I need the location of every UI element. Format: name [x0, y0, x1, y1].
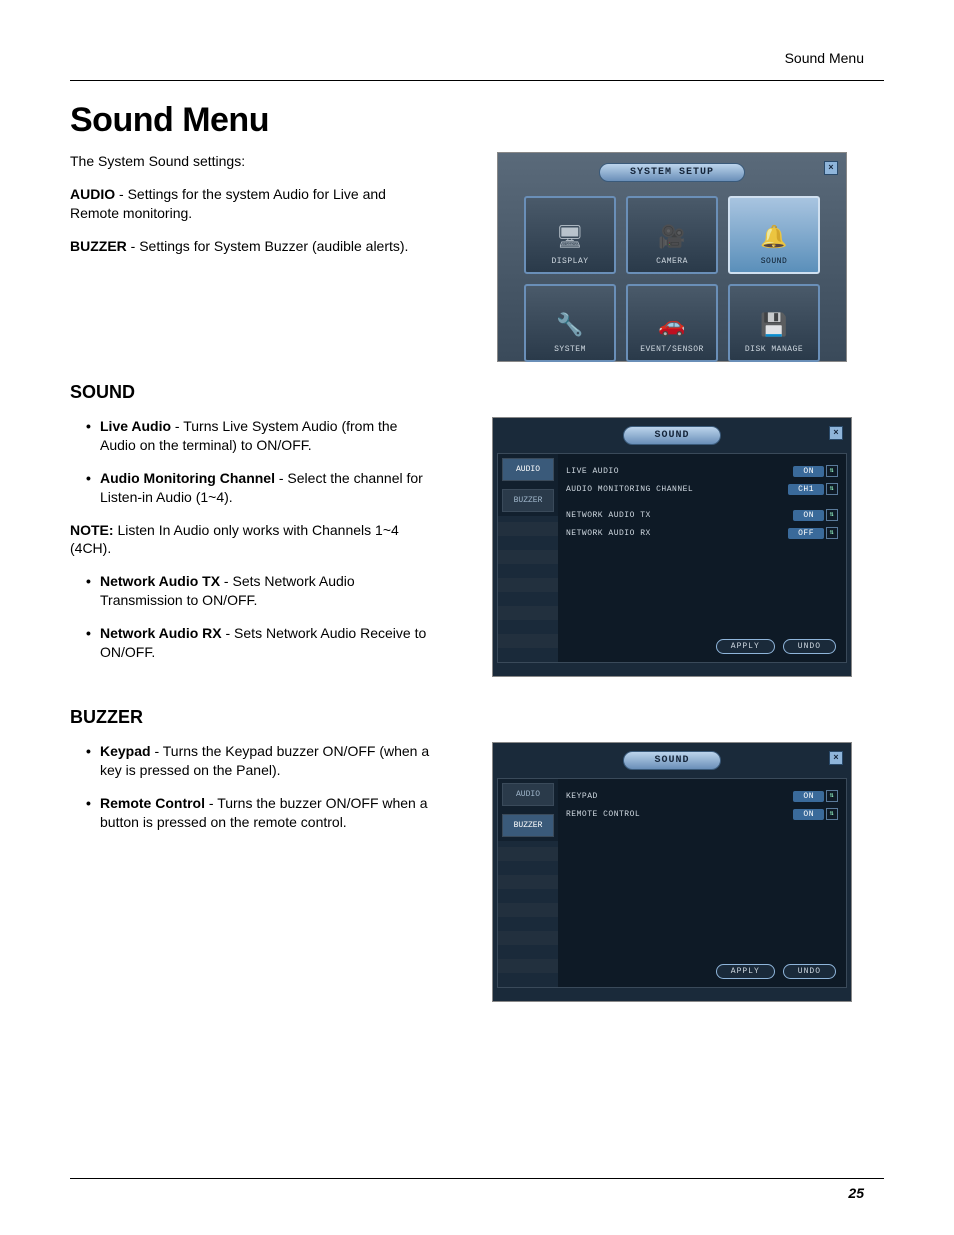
wrench-icon: 🔧 [556, 313, 584, 339]
tab-audio[interactable]: AUDIO [502, 458, 554, 481]
running-header: Sound Menu [785, 50, 864, 66]
side-grid-decoration [498, 841, 558, 987]
opt-audio-mon-channel: AUDIO MONITORING CHANNEL CH1⇅ [566, 480, 838, 498]
tile-event-sensor[interactable]: 🚗EVENT/SENSOR [626, 284, 718, 362]
sound-buzzer-screenshot: × SOUND AUDIO BUZZER KEYPAD ON⇅ REMOTE C… [492, 742, 852, 1002]
opt-live-audio-value[interactable]: ON [793, 466, 824, 477]
setup-title: SYSTEM SETUP [599, 163, 745, 182]
opt-remote-value[interactable]: ON [793, 809, 824, 820]
page-number: 25 [848, 1185, 864, 1201]
close-icon[interactable]: × [829, 751, 843, 765]
monitor-icon: 🖥 [556, 225, 584, 251]
bullet-remote-control: Remote Control - Turns the buzzer ON/OFF… [100, 794, 430, 832]
opt-net-audio-rx: NETWORK AUDIO RX OFF⇅ [566, 524, 838, 542]
apply-button[interactable]: APPLY [716, 964, 775, 979]
buzzer-definition: BUZZER - Settings for System Buzzer (aud… [70, 237, 430, 256]
close-icon[interactable]: × [824, 161, 838, 175]
bullet-net-audio-tx: Network Audio TX - Sets Network Audio Tr… [100, 572, 430, 610]
sound-heading: SOUND [70, 382, 884, 403]
opt-remote-control: REMOTE CONTROL ON⇅ [566, 805, 838, 823]
tile-camera[interactable]: 🎥CAMERA [626, 196, 718, 274]
buzzer-panel-title: SOUND [623, 751, 720, 770]
buzzer-heading: BUZZER [70, 707, 884, 728]
spinner-icon[interactable]: ⇅ [826, 527, 838, 539]
car-icon: 🚗 [658, 313, 686, 339]
sound-panel-title: SOUND [623, 426, 720, 445]
opt-net-audio-tx: NETWORK AUDIO TX ON⇅ [566, 506, 838, 524]
opt-keypad: KEYPAD ON⇅ [566, 787, 838, 805]
opt-live-audio: LIVE AUDIO ON⇅ [566, 462, 838, 480]
tab-audio[interactable]: AUDIO [502, 783, 554, 806]
side-grid-decoration [498, 516, 558, 662]
sound-audio-screenshot: × SOUND AUDIO BUZZER LIVE AUDIO ON⇅ AUDI… [492, 417, 852, 677]
spinner-icon[interactable]: ⇅ [826, 483, 838, 495]
divider-top [70, 80, 884, 81]
tab-buzzer[interactable]: BUZZER [502, 814, 554, 837]
note-text: NOTE: Listen In Audio only works with Ch… [70, 521, 430, 559]
spinner-icon[interactable]: ⇅ [826, 465, 838, 477]
tile-sound[interactable]: 🔔SOUND [728, 196, 820, 274]
tab-buzzer[interactable]: BUZZER [502, 489, 554, 512]
bell-icon: 🔔 [760, 225, 788, 251]
opt-keypad-value[interactable]: ON [793, 791, 824, 802]
camera-icon: 🎥 [658, 225, 686, 251]
bullet-live-audio: Live Audio - Turns Live System Audio (fr… [100, 417, 430, 455]
audio-definition: AUDIO - Settings for the system Audio fo… [70, 185, 430, 223]
opt-audio-mon-value[interactable]: CH1 [788, 484, 824, 495]
page-title: Sound Menu [70, 101, 884, 140]
undo-button[interactable]: UNDO [783, 639, 836, 654]
tile-disk-manage[interactable]: 💾DISK MANAGE [728, 284, 820, 362]
apply-button[interactable]: APPLY [716, 639, 775, 654]
disk-icon: 💾 [760, 313, 788, 339]
bullet-keypad: Keypad - Turns the Keypad buzzer ON/OFF … [100, 742, 430, 780]
spinner-icon[interactable]: ⇅ [826, 808, 838, 820]
undo-button[interactable]: UNDO [783, 964, 836, 979]
opt-net-tx-value[interactable]: ON [793, 510, 824, 521]
divider-bottom [70, 1178, 884, 1179]
close-icon[interactable]: × [829, 426, 843, 440]
spinner-icon[interactable]: ⇅ [826, 509, 838, 521]
bullet-net-audio-rx: Network Audio RX - Sets Network Audio Re… [100, 624, 430, 662]
spinner-icon[interactable]: ⇅ [826, 790, 838, 802]
intro-text: The System Sound settings: [70, 152, 430, 171]
tile-system[interactable]: 🔧SYSTEM [524, 284, 616, 362]
tile-display[interactable]: 🖥DISPLAY [524, 196, 616, 274]
opt-net-rx-value[interactable]: OFF [788, 528, 824, 539]
bullet-audio-mon-channel: Audio Monitoring Channel - Select the ch… [100, 469, 430, 507]
system-setup-screenshot: × SYSTEM SETUP 🖥DISPLAY 🎥CAMERA 🔔SOUND 🔧… [497, 152, 847, 362]
